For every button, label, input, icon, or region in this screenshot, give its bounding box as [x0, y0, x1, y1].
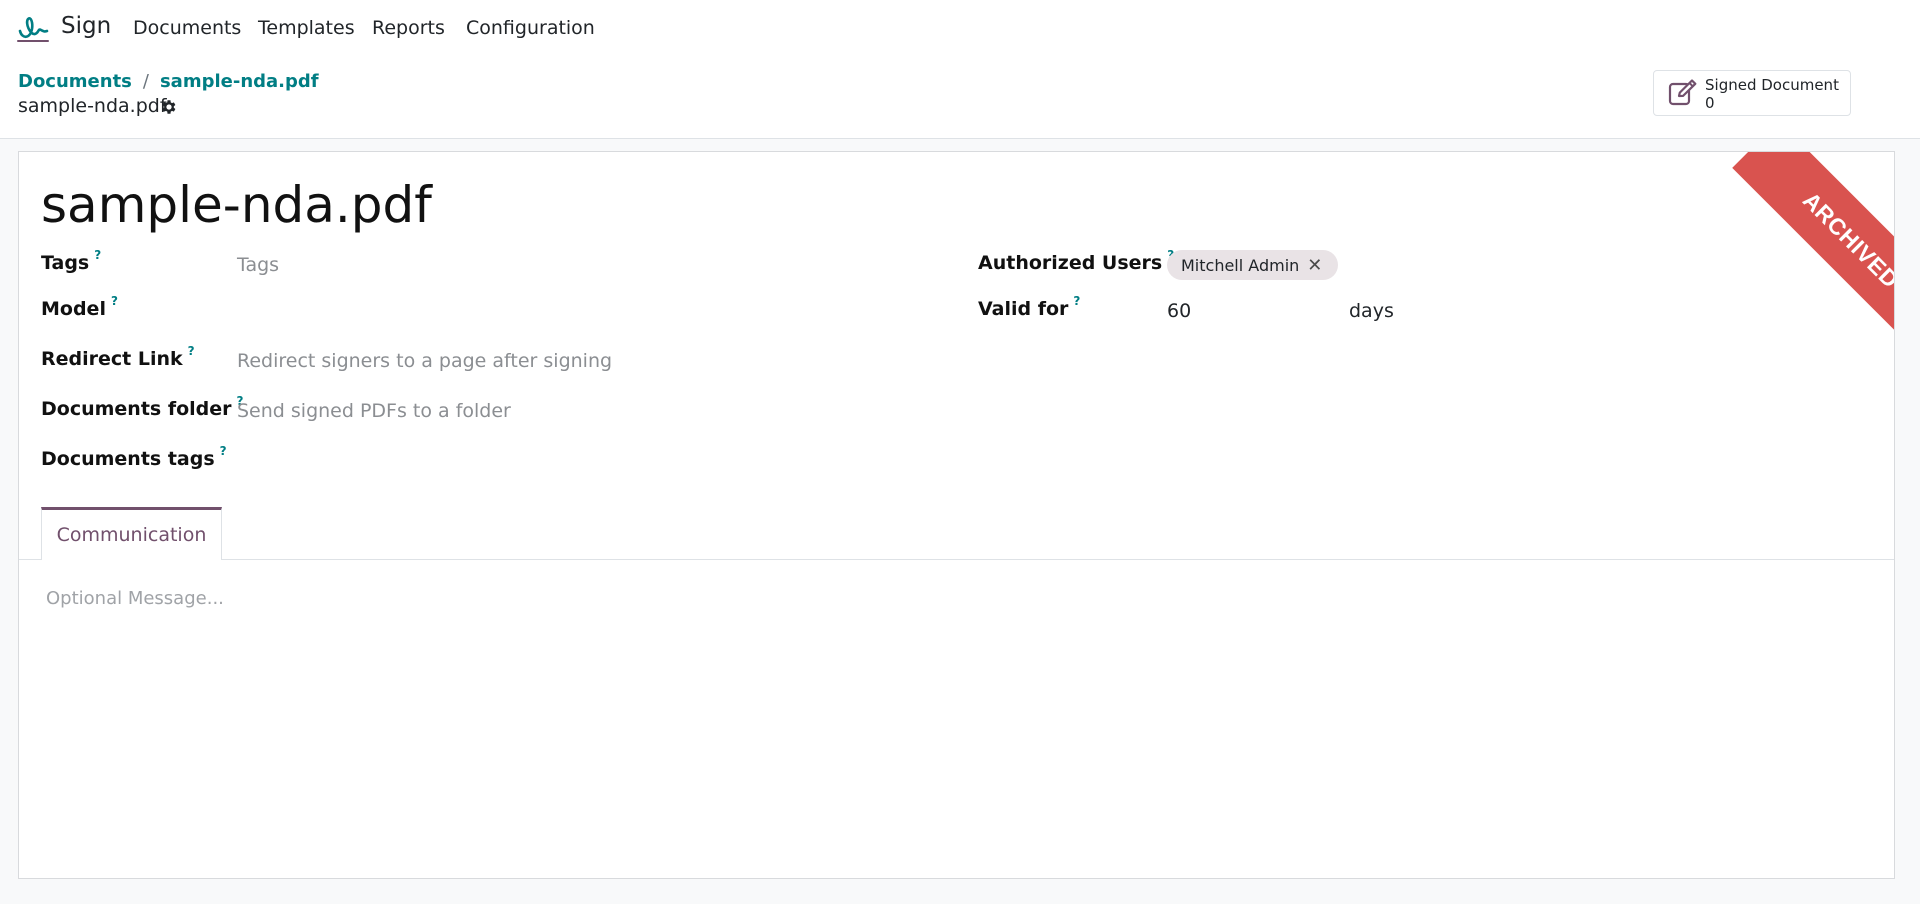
documents-folder-input[interactable]: Send signed PDFs to a folder: [237, 400, 511, 422]
redirect-link-label: Redirect Link?: [41, 344, 195, 370]
app-name[interactable]: Sign: [61, 13, 111, 39]
ribbon-label: ARCHIVED: [1732, 152, 1894, 359]
authorized-user-tag: Mitchell Admin ✕: [1167, 250, 1339, 280]
menu-configuration[interactable]: Configuration: [466, 17, 595, 39]
archived-ribbon: ARCHIVED: [1694, 152, 1894, 362]
valid-for-unit: days: [1349, 300, 1394, 322]
tab-divider: [19, 559, 1894, 560]
tags-label: Tags?: [41, 248, 102, 274]
valid-for-label: Valid for?: [978, 294, 1081, 320]
remove-tag-icon[interactable]: ✕: [1307, 255, 1322, 276]
menu-reports[interactable]: Reports: [372, 17, 445, 39]
top-navbar: Sign Documents Templates Reports Configu…: [0, 0, 1920, 58]
documents-tags-field[interactable]: [237, 450, 737, 474]
valid-for-help-icon[interactable]: ?: [1073, 294, 1080, 308]
control-panel: Documents / sample-nda.pdf sample-nda.pdf …: [0, 58, 1920, 139]
redirect-link-help-icon[interactable]: ?: [188, 344, 195, 358]
authorized-users-label: Authorized Users?: [978, 248, 1174, 274]
breadcrumb-documents-link[interactable]: Documents: [18, 71, 132, 92]
record-name: sample-nda.pdf: [18, 95, 167, 117]
document-title[interactable]: sample-nda.pdf: [41, 176, 432, 234]
breadcrumb: Documents / sample-nda.pdf: [18, 71, 319, 92]
form-sheet: ARCHIVED sample-nda.pdf Tags? Tags Model…: [18, 151, 1895, 879]
breadcrumb-separator: /: [142, 71, 149, 92]
signed-document-stat-button[interactable]: Signed Document 0: [1653, 70, 1851, 116]
model-field[interactable]: [237, 300, 737, 324]
tab-communication[interactable]: Communication: [41, 507, 222, 560]
menu-templates[interactable]: Templates: [258, 17, 355, 39]
authorized-user-name: Mitchell Admin: [1181, 255, 1300, 275]
gear-icon[interactable]: [160, 98, 178, 116]
breadcrumb-current-link[interactable]: sample-nda.pdf: [160, 71, 319, 92]
stat-value: 0: [1705, 94, 1715, 112]
redirect-link-input[interactable]: Redirect signers to a page after signing: [237, 350, 612, 372]
sign-app-logo-icon[interactable]: [16, 13, 50, 43]
stat-label: Signed Document: [1705, 76, 1839, 94]
edit-document-icon: [1668, 79, 1697, 106]
tags-help-icon[interactable]: ?: [94, 248, 101, 262]
documents-folder-label: Documents folder?: [41, 394, 244, 420]
documents-tags-help-icon[interactable]: ?: [220, 444, 227, 458]
documents-tags-label: Documents tags?: [41, 444, 227, 470]
model-label: Model?: [41, 294, 118, 320]
tags-input[interactable]: Tags: [237, 254, 279, 276]
optional-message-input[interactable]: Optional Message...: [46, 588, 224, 609]
model-help-icon[interactable]: ?: [111, 294, 118, 308]
menu-documents[interactable]: Documents: [133, 17, 241, 39]
valid-for-input[interactable]: 60: [1167, 300, 1191, 322]
